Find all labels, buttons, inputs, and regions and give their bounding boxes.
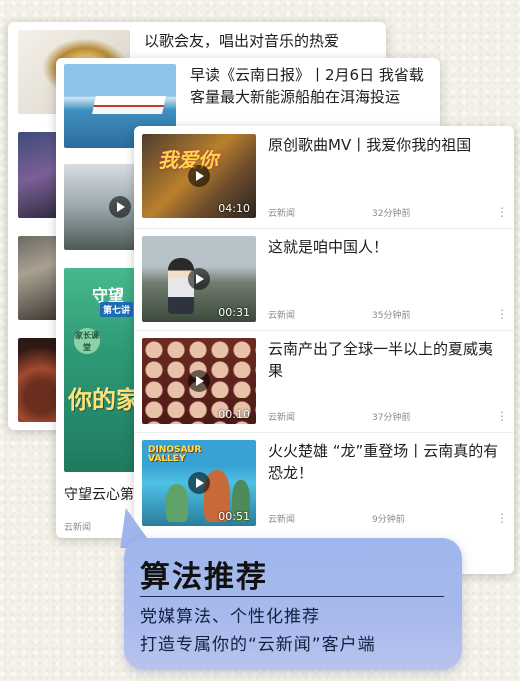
thumbnail-text: DINOSAUR VALLEY [148,445,202,464]
video-thumbnail[interactable]: DINOSAUR VALLEY 00:51 [142,440,256,526]
news-source: 云新闻 [268,311,296,321]
news-source: 云新闻 [268,209,296,219]
news-title[interactable]: 云南产出了全球一半以上的夏威夷果 [268,338,504,382]
video-duration: 00:31 [218,306,250,319]
news-title[interactable]: 以歌会友，唱出对音乐的热爱 [144,30,374,52]
more-options-icon[interactable]: ⋮ [496,410,508,422]
more-options-icon[interactable]: ⋮ [496,512,508,524]
more-options-icon[interactable]: ⋮ [496,206,508,218]
divider [134,228,514,229]
callout-title: 算法推荐 [140,560,268,595]
poster-text: 第七讲 [100,302,134,317]
news-source: 云新闻 [268,515,296,525]
play-icon [188,268,210,290]
news-title[interactable]: 早读《云南日报》丨2月6日 我省载客量最大新能源船舶在洱海投运 [190,64,430,108]
news-title[interactable]: 火火楚雄 “龙”重登场丨云南真的有恐龙！ [268,440,504,484]
thumbnail-text: 我爱你 [158,148,218,172]
callout-line-1: 党媒算法、个性化推荐 [140,607,320,627]
video-thumbnail[interactable]: 00:10 [142,338,256,424]
news-source: 云新闻 [64,523,92,533]
video-duration: 04:10 [218,202,250,215]
video-duration: 00:10 [218,408,250,421]
poster-text: 你的家 [68,386,140,414]
news-title[interactable]: 原创歌曲MV丨我爱你我的祖国 [268,134,504,156]
callout-underline [140,596,444,597]
news-time: 37分钟前 [372,413,411,423]
feature-callout-bubble: 算法推荐 党媒算法、个性化推荐 打造专属你的“云新闻”客户端 [124,538,462,670]
callout-line-2: 打造专属你的“云新闻”客户端 [140,635,376,655]
video-thumbnail[interactable]: 我爱你 04:10 [142,134,256,218]
video-duration: 00:51 [218,510,250,523]
poster-badge: 家长课堂 [74,328,100,354]
dinosaur-figure [166,484,188,522]
news-title[interactable]: 这就是咱中国人！ [268,236,504,258]
news-time: 9分钟前 [372,515,405,525]
play-icon [109,196,131,218]
news-time: 32分钟前 [372,209,411,219]
more-options-icon[interactable]: ⋮ [496,308,508,320]
news-card-front: 我爱你 04:10 原创歌曲MV丨我爱你我的祖国 云新闻 32分钟前 ⋮ 00:… [134,126,514,574]
news-time: 35分钟前 [372,311,411,321]
play-icon [188,165,210,187]
divider [134,432,514,433]
play-icon [188,370,210,392]
news-source: 云新闻 [268,413,296,423]
video-thumbnail[interactable]: 00:31 [142,236,256,322]
play-icon [188,472,210,494]
divider [134,330,514,331]
